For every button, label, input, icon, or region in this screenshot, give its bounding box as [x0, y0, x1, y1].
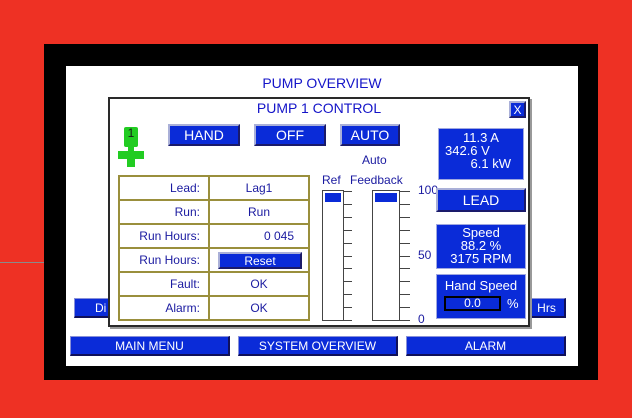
run-label: Run:: [119, 200, 209, 224]
hand-button[interactable]: HAND: [168, 124, 240, 146]
ref-scale-tick: [344, 230, 352, 231]
ref-scale-tick: [344, 204, 352, 205]
feedback-label: Feedback: [350, 173, 403, 187]
off-button[interactable]: OFF: [254, 124, 326, 146]
fault-value: OK: [209, 272, 309, 296]
power-reading: 6.1 kW: [470, 156, 511, 171]
alarm-button[interactable]: ALARM: [406, 336, 566, 356]
pump-number-label: 1: [127, 126, 135, 140]
ref-scale-tick: [344, 217, 352, 218]
feedback-scale-tick: [400, 307, 410, 308]
feedback-scale-tick: [400, 243, 410, 244]
system-overview-button[interactable]: SYSTEM OVERVIEW: [238, 336, 398, 356]
feedback-scale-tick: [400, 268, 410, 269]
scale-50: 50: [418, 248, 432, 262]
popup-title: PUMP 1 CONTROL: [256, 100, 382, 116]
speed-display: Speed 88.2 % 3175 RPM: [436, 224, 526, 269]
ref-bar: [322, 190, 344, 321]
lead-label: Lead:: [119, 176, 209, 200]
feedback-scale-tick: [400, 320, 410, 321]
ref-scale-tick: [344, 281, 352, 282]
ref-scale-tick: [344, 320, 352, 321]
run-hours-value: 0 045: [209, 224, 309, 248]
lead-value: Lag1: [209, 176, 309, 200]
ref-scale-tick: [344, 191, 352, 192]
auto-label: Auto: [362, 153, 387, 167]
hand-speed-title: Hand Speed: [444, 278, 518, 293]
run-hours-reset-label: Run Hours:: [119, 248, 209, 272]
feedback-scale-tick: [400, 217, 410, 218]
status-table: Lead: Lag1 Run: Run Run Hours: 0 045 Run…: [118, 175, 310, 321]
alarm-label: Alarm:: [119, 296, 209, 320]
hand-speed-panel: Hand Speed 0.0 %: [436, 274, 526, 319]
reset-button[interactable]: Reset: [218, 252, 302, 269]
hand-speed-input[interactable]: 0.0: [444, 296, 501, 311]
speed-rpm: 3175 RPM: [450, 251, 512, 266]
alarm-value: OK: [209, 296, 309, 320]
feedback-scale-tick: [400, 191, 410, 192]
fault-label: Fault:: [119, 272, 209, 296]
run-hours-button[interactable]: Hrs: [528, 298, 566, 318]
screen-title: PUMP OVERVIEW: [262, 75, 382, 91]
ref-bar-fill: [325, 193, 341, 202]
pump-control-popup: PUMP 1 CONTROL X 1 HAND OFF AUTO Lead: L…: [108, 97, 530, 327]
reset-cell: Reset: [209, 248, 309, 272]
ref-scale-tick: [344, 294, 352, 295]
electrical-readings: 11.3 A 342.6 V 6.1 kW: [438, 128, 524, 180]
feedback-scale-tick: [400, 230, 410, 231]
main-menu-button[interactable]: MAIN MENU: [70, 336, 230, 356]
feedback-scale-tick: [400, 294, 410, 295]
ref-scale-tick: [344, 243, 352, 244]
ref-label: Ref: [322, 173, 341, 187]
feedback-scale-tick: [400, 204, 410, 205]
divider-line: [0, 262, 44, 263]
feedback-bar: [372, 190, 400, 321]
scale-0: 0: [418, 312, 425, 326]
hand-speed-unit: %: [507, 296, 519, 311]
ref-scale-tick: [344, 268, 352, 269]
run-hours-label: Run Hours:: [119, 224, 209, 248]
feedback-scale-tick: [400, 256, 410, 257]
feedback-scale-tick: [400, 281, 410, 282]
lead-button[interactable]: LEAD: [436, 188, 526, 212]
auto-button[interactable]: AUTO: [340, 124, 400, 146]
ref-scale-tick: [344, 256, 352, 257]
close-button[interactable]: X: [509, 101, 526, 118]
feedback-bar-fill: [375, 193, 397, 202]
ref-scale-tick: [344, 307, 352, 308]
run-value: Run: [209, 200, 309, 224]
